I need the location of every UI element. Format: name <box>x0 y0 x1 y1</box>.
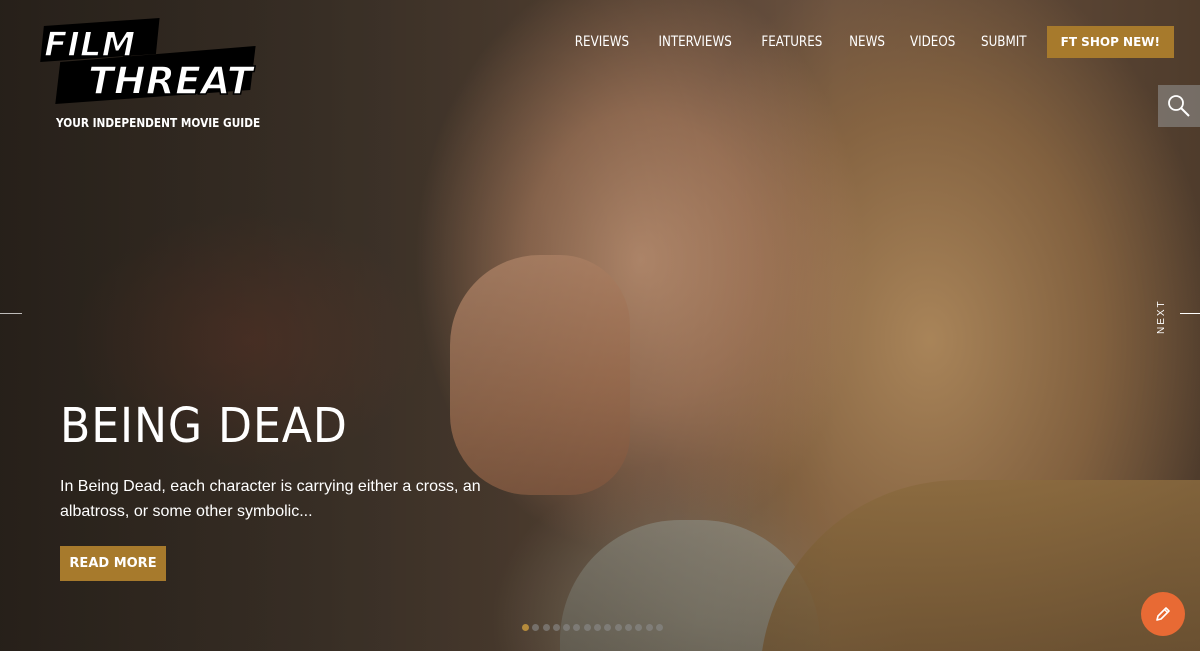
nav-features[interactable]: FEATURES <box>762 34 823 50</box>
pencil-icon <box>1156 607 1170 621</box>
next-slide-label: NEXT <box>1156 299 1167 334</box>
nav-videos[interactable]: VIDEOS <box>910 34 955 50</box>
slider-dot[interactable] <box>594 624 602 631</box>
logo-text-threat: THREAT <box>88 59 256 103</box>
slider-dot[interactable] <box>604 624 612 631</box>
hero-figure-hand <box>450 255 630 495</box>
slider-dot[interactable] <box>645 624 653 631</box>
read-more-button[interactable]: READ MORE <box>60 546 166 581</box>
slide-title[interactable]: BEING DEAD <box>60 398 348 454</box>
slider-dot[interactable] <box>583 624 591 631</box>
slider-dot[interactable] <box>573 624 581 631</box>
nav-submit[interactable]: SUBMIT <box>981 34 1026 50</box>
site-tagline: YOUR INDEPENDENT MOVIE GUIDE <box>56 116 261 130</box>
slider-dot[interactable] <box>522 624 529 631</box>
nav-reviews[interactable]: REVIEWS <box>575 34 629 50</box>
slider-dot[interactable] <box>563 624 571 631</box>
nav-news[interactable]: NEWS <box>849 34 885 50</box>
nav-interviews[interactable]: INTERVIEWS <box>658 34 731 50</box>
search-button[interactable] <box>1158 85 1200 127</box>
slider-dot[interactable] <box>655 624 663 631</box>
slider-dot[interactable] <box>552 624 560 631</box>
prev-slide-arrow[interactable] <box>0 313 22 314</box>
next-slide-arrow <box>1180 313 1200 314</box>
hero-figure-collar <box>560 520 820 651</box>
slider-dot[interactable] <box>532 624 540 631</box>
hero-figure-jacket <box>760 480 1200 651</box>
edit-fab-button[interactable] <box>1141 592 1185 636</box>
slider-dot[interactable] <box>542 624 550 631</box>
site-logo[interactable]: FILM THREAT <box>26 16 258 104</box>
search-icon <box>1168 95 1190 117</box>
slider-pagination <box>522 624 666 631</box>
main-nav: REVIEWS INTERVIEWS FEATURES NEWS VIDEOS … <box>552 26 1174 58</box>
slider-dot[interactable] <box>635 624 643 631</box>
slider-dot[interactable] <box>614 624 622 631</box>
slider-dot[interactable] <box>624 624 632 631</box>
slide-excerpt: In Being Dead, each character is carryin… <box>60 478 481 520</box>
shop-button[interactable]: FT SHOP NEW! <box>1046 26 1174 58</box>
